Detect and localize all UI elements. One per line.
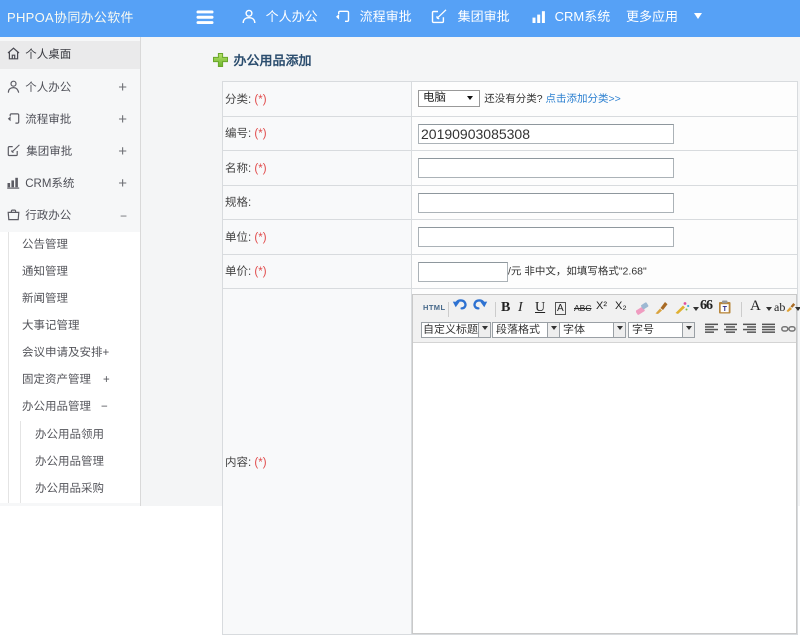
svg-text:T: T: [723, 306, 728, 313]
